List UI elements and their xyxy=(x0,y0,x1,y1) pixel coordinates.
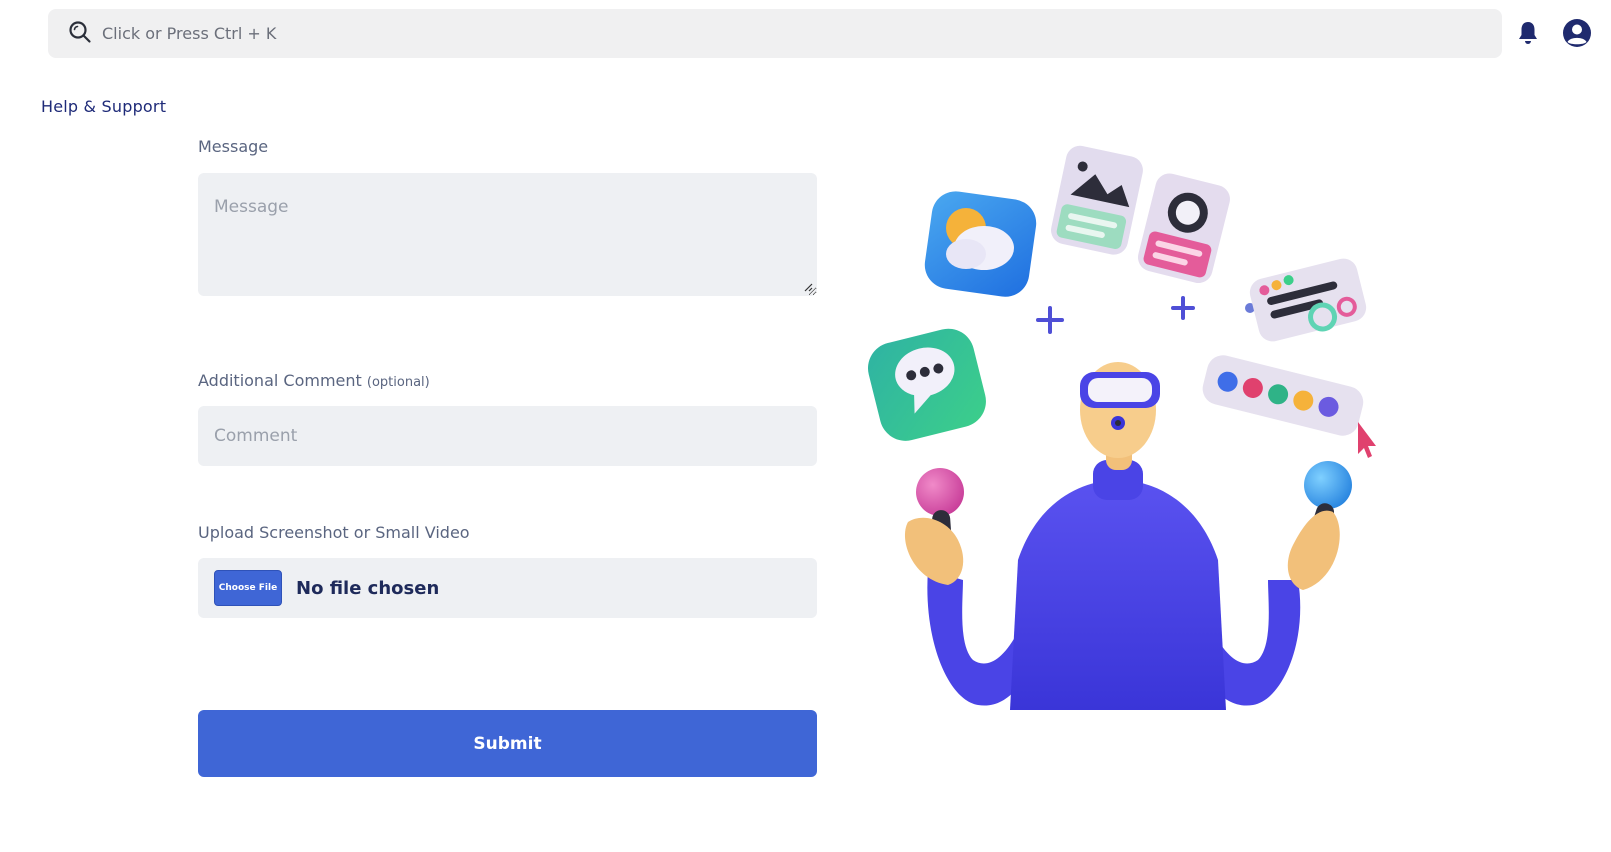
chat-app-icon xyxy=(868,328,986,441)
comment-input[interactable] xyxy=(198,406,817,466)
choose-file-button[interactable]: Choose File xyxy=(214,570,282,606)
settings-card-icon xyxy=(1249,258,1367,342)
plus-icon xyxy=(1036,296,1195,334)
search-bar[interactable]: Click or Press Ctrl + K xyxy=(48,9,1502,58)
help-support-page: Click or Press Ctrl + K Help & Support M… xyxy=(0,0,1611,852)
message-label: Message xyxy=(198,137,269,156)
vr-support-illustration xyxy=(868,145,1376,710)
user-circle-icon[interactable] xyxy=(1562,18,1592,48)
file-status: No file chosen xyxy=(296,577,440,599)
weather-app-icon xyxy=(924,191,1037,297)
search-placeholder: Click or Press Ctrl + K xyxy=(102,24,277,43)
search-icon xyxy=(68,20,92,48)
image-card-icon xyxy=(1051,145,1143,255)
page-title: Help & Support xyxy=(41,97,167,116)
resize-grip-icon[interactable] xyxy=(803,282,813,292)
upload-label: Upload Screenshot or Small Video xyxy=(198,523,470,542)
submit-button[interactable]: Submit xyxy=(198,710,817,777)
profile-card-icon xyxy=(1137,173,1230,283)
color-palette-icon xyxy=(1202,355,1364,436)
comment-label-text: Additional Comment xyxy=(198,371,362,390)
comment-label: Additional Comment (optional) xyxy=(198,371,430,390)
optional-tag: (optional) xyxy=(366,375,430,390)
message-textarea[interactable] xyxy=(198,173,817,296)
file-upload-field[interactable]: Choose File No file chosen xyxy=(198,558,817,618)
bell-icon[interactable] xyxy=(1516,20,1540,46)
cursor-icon xyxy=(1358,422,1376,458)
